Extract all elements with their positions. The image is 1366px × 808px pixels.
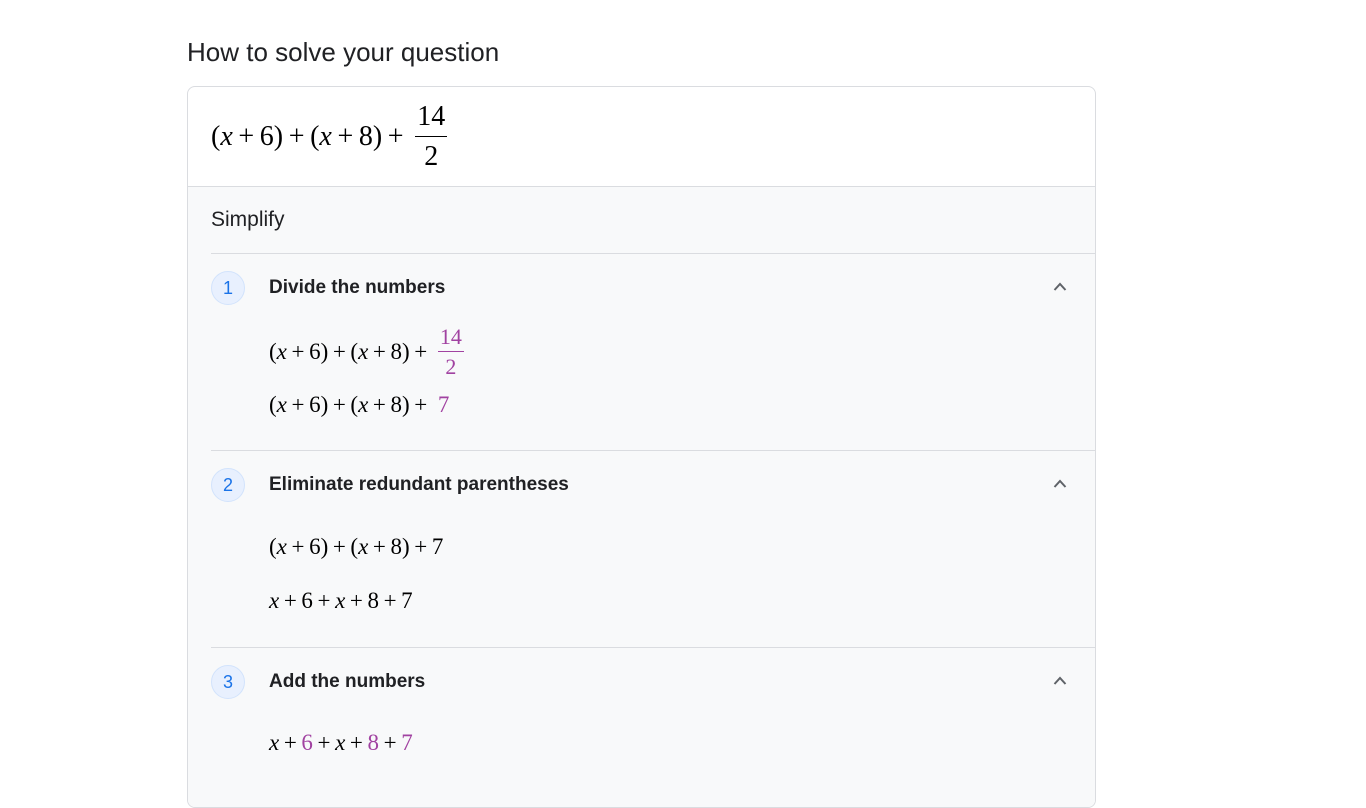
fraction-bar [415,136,448,137]
chevron-up-icon[interactable] [1053,477,1067,491]
chevron-up-icon[interactable] [1053,674,1067,688]
step-3-line-1: x + 6 + x + 8 + 7 [269,730,413,756]
page-heading: How to solve your question [187,37,500,67]
step-1-line-1-main: (x + 6) + (x + 8) + [269,339,432,364]
step-2-line-2: x + 6 + x + 8 + 7 [269,588,413,613]
simplify-label: Simplify [211,208,285,231]
chevron-up-icon[interactable] [1053,280,1067,294]
problem-expression: (x + 6) + (x + 8) + 14 2 [211,101,448,172]
steps-list: 1 Divide the numbers (x + 6) + (x + 8) +… [188,253,1095,807]
step-3-part: + x + [312,730,368,755]
problem-fraction-denominator: 2 [424,141,439,172]
step-3-part: + [379,730,402,755]
step-1-fraction-denominator: 2 [445,354,457,379]
step-number-badge: 2 [211,468,245,502]
step-1: 1 Divide the numbers (x + 6) + (x + 8) +… [211,253,1095,450]
step-title[interactable]: Divide the numbers [269,277,445,299]
step-1-line-2: (x + 6) + (x + 8) + 7 [269,392,449,418]
step-1-fraction: 14 2 [437,324,464,379]
step-3-highlight: 7 [401,730,413,755]
step-3-highlight: 8 [367,730,380,755]
step-title[interactable]: Eliminate redundant parentheses [269,474,569,496]
step-1-line-1: (x + 6) + (x + 8) + 14 2 [269,326,464,378]
step-title[interactable]: Add the numbers [269,671,425,693]
step-3-highlight: 6 [301,730,313,755]
step-1-fraction-numerator: 14 [439,324,462,349]
fraction-bar [437,351,464,352]
problem-expression-main: (x + 6) + (x + 8) + [211,121,410,152]
step-number-badge: 3 [211,665,245,699]
step-2-line-1: (x + 6) + (x + 8) + 7 [269,534,444,559]
problem-expression-panel: (x + 6) + (x + 8) + 14 2 [188,87,1095,187]
solution-card: (x + 6) + (x + 8) + 14 2 Simplify 1 Divi… [187,86,1096,808]
step-2: 2 Eliminate redundant parentheses (x + 6… [211,450,1095,647]
step-3-part: x + [269,730,302,755]
simplify-header: Simplify [188,187,1095,253]
step-1-line-2-main: (x + 6) + (x + 8) + [269,392,432,417]
step-3: 3 Add the numbers x + 6 + x + 8 + 7 [211,647,1095,807]
problem-fraction-numerator: 14 [417,101,446,132]
step-1-line-2-result: 7 [437,392,450,417]
problem-fraction: 14 2 [415,101,448,172]
step-number-badge: 1 [211,271,245,305]
